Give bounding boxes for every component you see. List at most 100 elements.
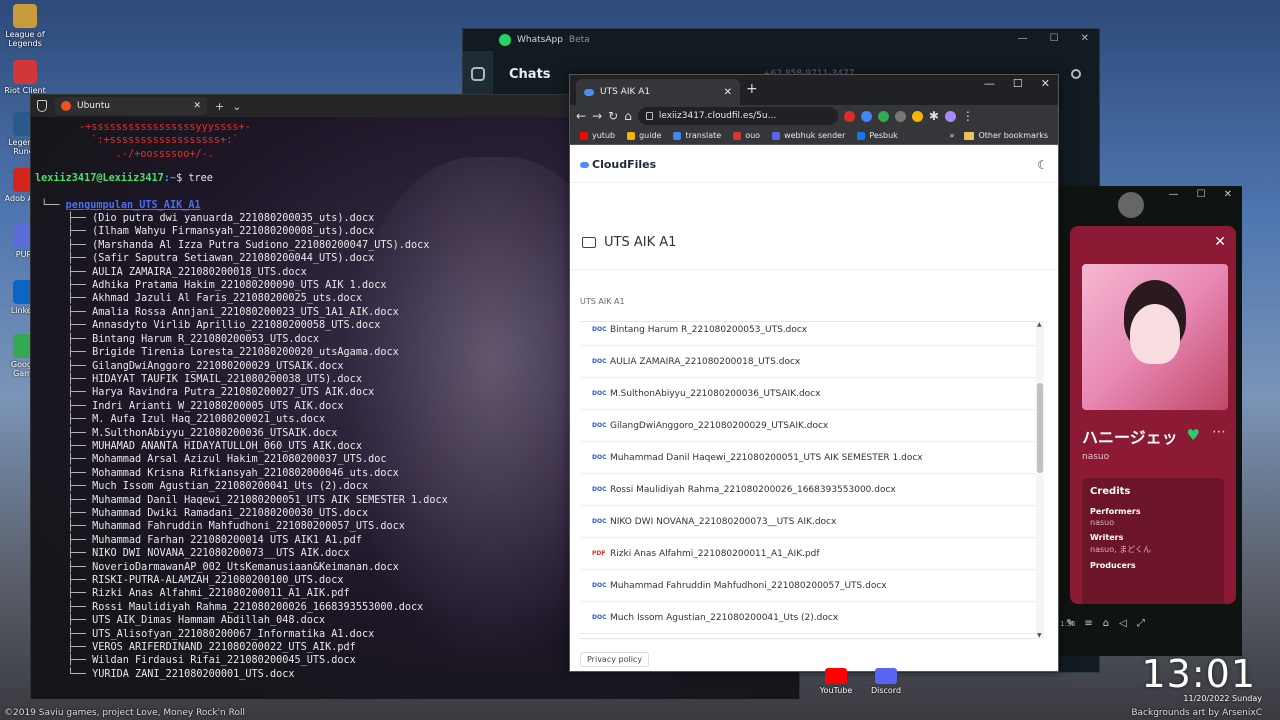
breadcrumb[interactable]: UTS AIK A1 [580, 297, 625, 306]
file-row[interactable]: DOC AULIA ZAMAIRA_221080200018_UTS.docx [580, 346, 1038, 378]
url-text: lexiiz3417.cloudfil.es/5u... [658, 111, 777, 121]
file-name: UTS AIK_Dimas Hammam Abdillah_048.docx [92, 615, 326, 627]
bookmarks-bar: yutub guide translate ouo webhuk sender Pesbu… [570, 127, 1058, 145]
other-bookmarks[interactable]: Other bookmarks [964, 131, 1048, 140]
whatsapp-logo-icon [499, 34, 511, 46]
prompt-path: :~ [163, 173, 177, 185]
bookmark[interactable]: guide [627, 131, 661, 140]
browser-toolbar: ← → ↻ ⌂ lexiiz3417.cloudfil.es/5u... ✱ ⋮ [570, 105, 1058, 127]
file-name: Harya Ravindra Putra_221080200027_UTS AI… [92, 387, 375, 399]
file-row[interactable]: DOC Much Issom Agustian_221080200041_Uts … [580, 602, 1038, 634]
fullscreen-icon[interactable]: ⤢ [1137, 618, 1145, 629]
pin-icon[interactable]: ✎ [1066, 618, 1074, 629]
file-list-scrollbar[interactable]: ▲ ▼ [1036, 321, 1044, 639]
extension-icon[interactable] [877, 110, 889, 122]
home-icon[interactable]: ⌂ [624, 109, 632, 123]
root-directory: pengumpulan_UTS_AIK_A1 [65, 199, 201, 211]
new-tab-button[interactable]: + [746, 81, 758, 97]
puzzle-icon[interactable]: ✱ [929, 109, 939, 123]
file-row[interactable]: DOC Bintang Harum R_221080200053_UTS.docx [580, 322, 1038, 346]
bookmark[interactable]: Pesbuk [857, 131, 898, 140]
whatsapp-title: WhatsApp [517, 35, 563, 45]
bookmark-icon [673, 131, 682, 140]
volume-icon[interactable]: ◁ [1119, 618, 1127, 629]
bookmark[interactable]: yutub [580, 131, 615, 140]
doc-file-icon: DOC [592, 422, 607, 429]
doc-file-icon: DOC [592, 582, 607, 589]
minimize-button[interactable]: — [1018, 33, 1028, 44]
file-row[interactable]: DOC Rossi Maulidiyah Rahma_221080200026_1… [580, 474, 1038, 506]
bookmark[interactable]: ouo [733, 131, 760, 140]
moon-icon[interactable]: ☾ [1037, 158, 1048, 172]
maximize-button[interactable]: ☐ [1013, 77, 1023, 90]
desktop-icon[interactable]: League of Legends [4, 4, 46, 48]
profile-icon[interactable] [944, 110, 956, 122]
folder-icon [582, 237, 596, 248]
search-icon[interactable] [1071, 69, 1081, 79]
file-row[interactable]: DOC M.SulthonAbiyyu_221080200036_UTSAIK.d… [580, 378, 1038, 410]
file-row[interactable]: DOC GilangDwiAnggoro_221080200029_UTSAIK.… [580, 410, 1038, 442]
bookmark[interactable]: translate [673, 131, 721, 140]
lock-icon[interactable] [645, 112, 653, 120]
back-icon[interactable]: ← [576, 109, 586, 123]
forward-icon[interactable]: → [592, 109, 602, 123]
artist-name[interactable]: nasuo [1082, 452, 1224, 462]
chevron-down-icon[interactable]: ⌄ [232, 100, 241, 113]
tab-label: UTS AIK A1 [600, 87, 651, 97]
extension-icon[interactable] [843, 110, 855, 122]
menu-icon[interactable]: ⋮ [962, 109, 974, 123]
bookmark[interactable]: webhuk sender [772, 131, 845, 140]
maximize-button[interactable]: ☐ [1050, 33, 1059, 44]
tab-uts-aik-a1[interactable]: UTS AIK A1 ✕ [576, 79, 740, 105]
scroll-down-icon[interactable]: ▼ [1037, 632, 1042, 639]
heart-icon[interactable]: ♥ [1187, 426, 1200, 444]
close-button[interactable]: ✕ [1081, 33, 1089, 44]
extension-icon[interactable] [860, 110, 872, 122]
minimize-button[interactable]: — [984, 77, 995, 90]
close-tab-icon[interactable]: ✕ [724, 87, 732, 98]
more-options-icon[interactable]: ⋯ [1212, 424, 1226, 440]
music-player-window: — ☐ ✕ ✕ ハニージェッ ♥ ⋯ nasuo Credits Perform… [1056, 186, 1242, 656]
more-bookmarks-icon[interactable]: » [950, 131, 955, 140]
scroll-up-icon[interactable]: ▲ [1037, 321, 1042, 328]
prompt-command: $ tree [176, 173, 213, 185]
file-row[interactable]: DOC Muhammad Fahruddin Mahfudhoni_2210802… [580, 570, 1038, 602]
new-tab-button[interactable]: + [215, 100, 224, 113]
tab-ubuntu[interactable]: Ubuntu ✕ [55, 97, 207, 115]
song-title[interactable]: ハニージェッ [1082, 424, 1190, 448]
close-button[interactable]: ✕ [1224, 189, 1232, 203]
file-row[interactable]: DOC Muhammad Danil Haqewi_221080200051_UT… [580, 442, 1038, 474]
file-name: Brigide Tirenia Loresta_221080200020_uts… [92, 347, 399, 359]
address-bar[interactable]: lexiiz3417.cloudfil.es/5u... [637, 107, 838, 125]
close-button[interactable]: ✕ [1041, 77, 1050, 90]
performers-label: Performers [1090, 507, 1141, 516]
maximize-button[interactable]: ☐ [1197, 189, 1206, 203]
doc-file-icon: DOC [592, 358, 607, 365]
file-name: Much Issom Agustian_221080200041_Uts (2)… [610, 612, 839, 623]
bookmark-label: guide [639, 131, 662, 140]
close-tab-icon[interactable]: ✕ [193, 101, 201, 111]
folder-title-text: UTS AIK A1 [604, 235, 677, 250]
site-logo[interactable]: CloudFiles [580, 158, 656, 171]
devices-icon[interactable]: ⌂ [1103, 618, 1109, 629]
bookmark-label: translate [685, 131, 722, 140]
file-name: (Dio putra dwi yanuarda_221080200035_uts… [92, 213, 375, 225]
shield-icon[interactable] [37, 100, 47, 112]
taskbar-item[interactable]: Discord [866, 668, 906, 695]
scrollbar-thumb[interactable] [1037, 383, 1043, 473]
taskbar-item[interactable]: YouTube [816, 668, 856, 695]
extension-icon[interactable] [894, 110, 906, 122]
desktop-icon[interactable]: Riot Client [4, 60, 46, 95]
reload-icon[interactable]: ↻ [608, 109, 618, 123]
avatar[interactable] [1118, 192, 1144, 218]
extension-icon[interactable] [911, 110, 923, 122]
file-row[interactable]: PDF Rizki Anas Alfahmi_221080200011_A1_AI… [580, 538, 1038, 570]
privacy-policy-link[interactable]: Privacy policy [580, 652, 650, 667]
desktop-date: 11/20/2022 Sunday [1183, 694, 1262, 703]
file-name: Mohammad Arsal Azizul Hakim_221080200037… [92, 454, 387, 466]
minimize-button[interactable]: — [1169, 189, 1179, 203]
file-row[interactable]: DOC NIKO DWI NOVANA_221080200073__UTS AIK… [580, 506, 1038, 538]
bookmark-icon [772, 131, 781, 140]
queue-icon[interactable]: ≡ [1084, 618, 1092, 629]
close-panel-button[interactable]: ✕ [1214, 234, 1226, 250]
